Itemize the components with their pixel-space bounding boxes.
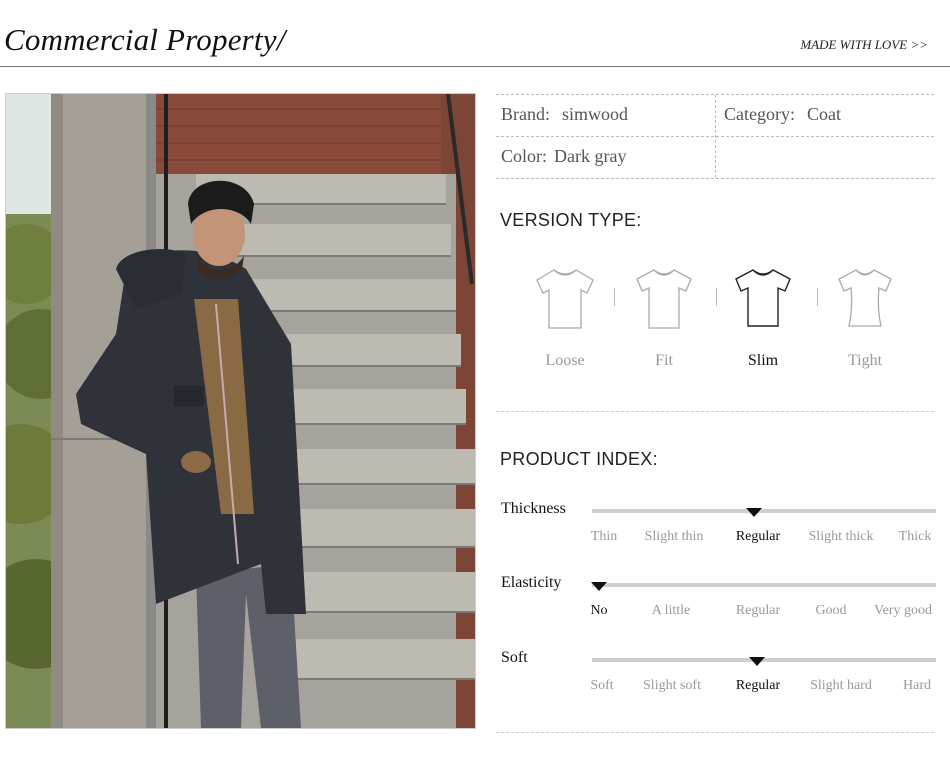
category-cell: Category: Coat (724, 104, 841, 125)
tshirt-slim-icon (735, 269, 791, 327)
category-value: Coat (806, 104, 841, 124)
thickness-marker (746, 508, 762, 517)
soft-label: Soft (501, 649, 528, 666)
color-value: Dark gray (554, 146, 627, 166)
version-label-loose: Loose (545, 352, 585, 369)
elasticity-option: Good (815, 603, 847, 618)
version-label-fit: Fit (655, 352, 673, 369)
version-type-title: VERSION TYPE: (500, 210, 642, 230)
elasticity-option: Regular (735, 603, 781, 618)
tshirt-loose-icon (536, 269, 594, 329)
brand-cell: Brand: simwood (501, 104, 628, 125)
tagline: MADE WITH LOVE >> (800, 37, 928, 52)
brand-value: simwood (562, 104, 629, 124)
category-key: Category: (724, 104, 795, 124)
section-divider (496, 411, 934, 412)
thickness-option: Slight thin (644, 529, 704, 544)
elasticity-scale (592, 583, 936, 587)
soft-option: Regular (735, 678, 781, 693)
thickness-option: Regular (735, 529, 781, 544)
soft-option: Slight hard (810, 678, 872, 693)
soft-option: Soft (590, 678, 614, 693)
product-index-title: PRODUCT INDEX: (500, 449, 658, 469)
product-photo (5, 93, 476, 729)
soft-option: Slight soft (643, 678, 701, 693)
elasticity-marker (591, 582, 607, 591)
header-divider (0, 66, 950, 67)
attribute-table: Brand: simwood Category: Coat Color: Dark g… (496, 94, 934, 179)
thickness-scale (592, 509, 936, 513)
page-title: Commercial Property/ (4, 22, 286, 57)
tshirt-tight-icon (838, 269, 892, 327)
soft-option: Hard (903, 678, 931, 693)
color-key: Color: (501, 146, 548, 166)
elasticity-label: Elasticity (501, 574, 562, 591)
elasticity-option: A little (651, 603, 691, 618)
footer-divider (496, 732, 934, 733)
version-option-fit (624, 266, 704, 330)
version-separator (614, 288, 615, 306)
brand-key: Brand: (501, 104, 550, 124)
thickness-option: Thin (590, 529, 618, 544)
elasticity-option: Very good (874, 603, 932, 618)
version-separator (716, 288, 717, 306)
thickness-option: Thick (898, 529, 932, 544)
version-option-tight (825, 266, 905, 330)
version-separator (817, 288, 818, 306)
version-label-tight: Tight (847, 352, 883, 369)
elasticity-option: No (590, 603, 608, 618)
soft-marker (749, 657, 765, 666)
color-cell: Color: Dark gray (501, 146, 626, 167)
version-label-slim: Slim (747, 352, 779, 369)
version-option-loose (525, 266, 605, 330)
tshirt-fit-icon (636, 269, 692, 329)
version-option-slim (723, 266, 803, 330)
thickness-option: Slight thick (808, 529, 874, 544)
thickness-label: Thickness (501, 500, 566, 517)
